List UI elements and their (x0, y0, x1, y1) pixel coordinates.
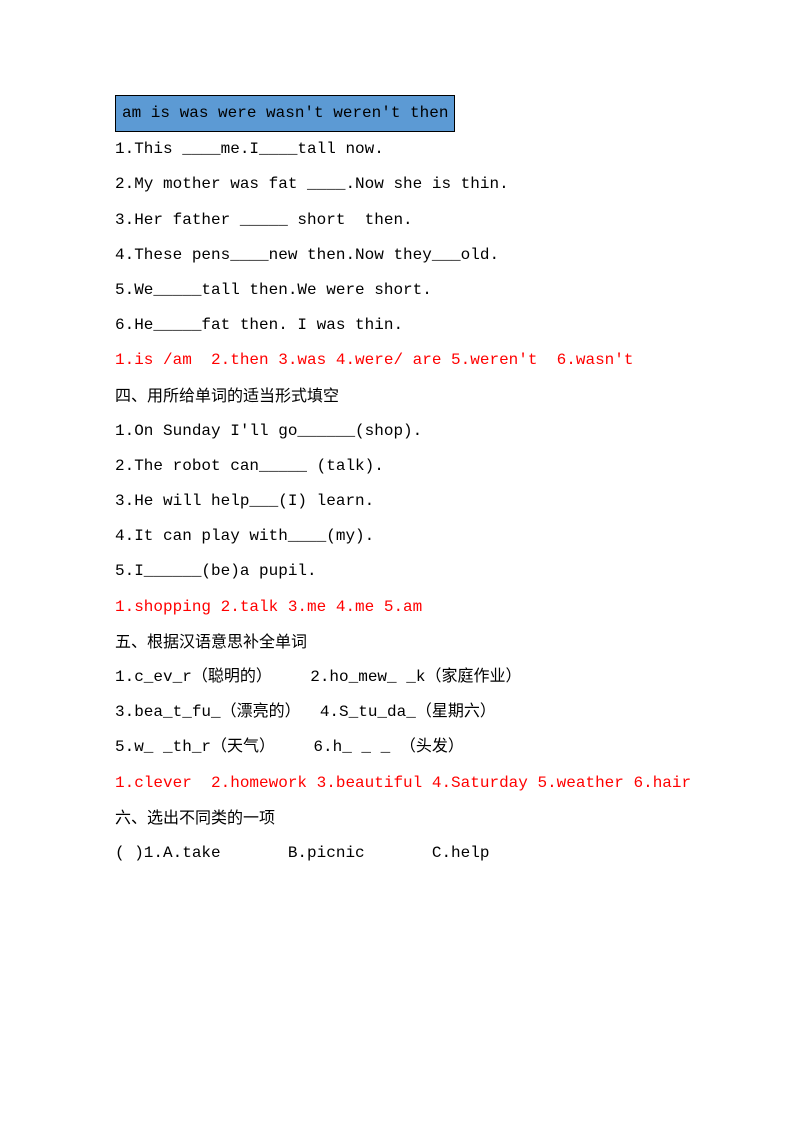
s4-q5: 5.I______(be)a pupil. (115, 554, 694, 589)
s4-q4: 4.It can play with____(my). (115, 519, 694, 554)
s4-q1: 1.On Sunday I'll go______(shop). (115, 414, 694, 449)
s3-q2: 2.My mother was fat ____.Now she is thin… (115, 167, 694, 202)
s4-q3: 3.He will help___(I) learn. (115, 484, 694, 519)
s6-q1: ( )1.A.take B.picnic C.help (115, 836, 694, 871)
s3-q3: 3.Her father _____ short then. (115, 203, 694, 238)
s5-row2: 3.bea_t_fu_（漂亮的） 4.S_tu_da_（星期六） (115, 695, 694, 730)
s6-title: 六、选出不同类的一项 (115, 801, 694, 836)
s4-title: 四、用所给单词的适当形式填空 (115, 379, 694, 414)
word-bank-row: am is was were wasn't weren't then (115, 95, 694, 132)
s3-q6: 6.He_____fat then. I was thin. (115, 308, 694, 343)
s5-answers: 1.clever 2.homework 3.beautiful 4.Saturd… (115, 766, 694, 801)
s4-q2: 2.The robot can_____ (talk). (115, 449, 694, 484)
s3-answers: 1.is /am 2.then 3.was 4.were/ are 5.were… (115, 343, 694, 378)
s5-row3: 5.w_ _th_r（天气） 6.h_ _ _ （头发） (115, 730, 694, 765)
s5-row1: 1.c_ev_r（聪明的） 2.ho_mew_ _k（家庭作业） (115, 660, 694, 695)
s4-answers: 1.shopping 2.talk 3.me 4.me 5.am (115, 590, 694, 625)
s3-q4: 4.These pens____new then.Now they___old. (115, 238, 694, 273)
s3-q1: 1.This ____me.I____tall now. (115, 132, 694, 167)
s3-q5: 5.We_____tall then.We were short. (115, 273, 694, 308)
worksheet-page: am is was were wasn't weren't then 1.Thi… (0, 0, 794, 931)
word-bank: am is was were wasn't weren't then (115, 95, 455, 132)
s5-title: 五、根据汉语意思补全单词 (115, 625, 694, 660)
